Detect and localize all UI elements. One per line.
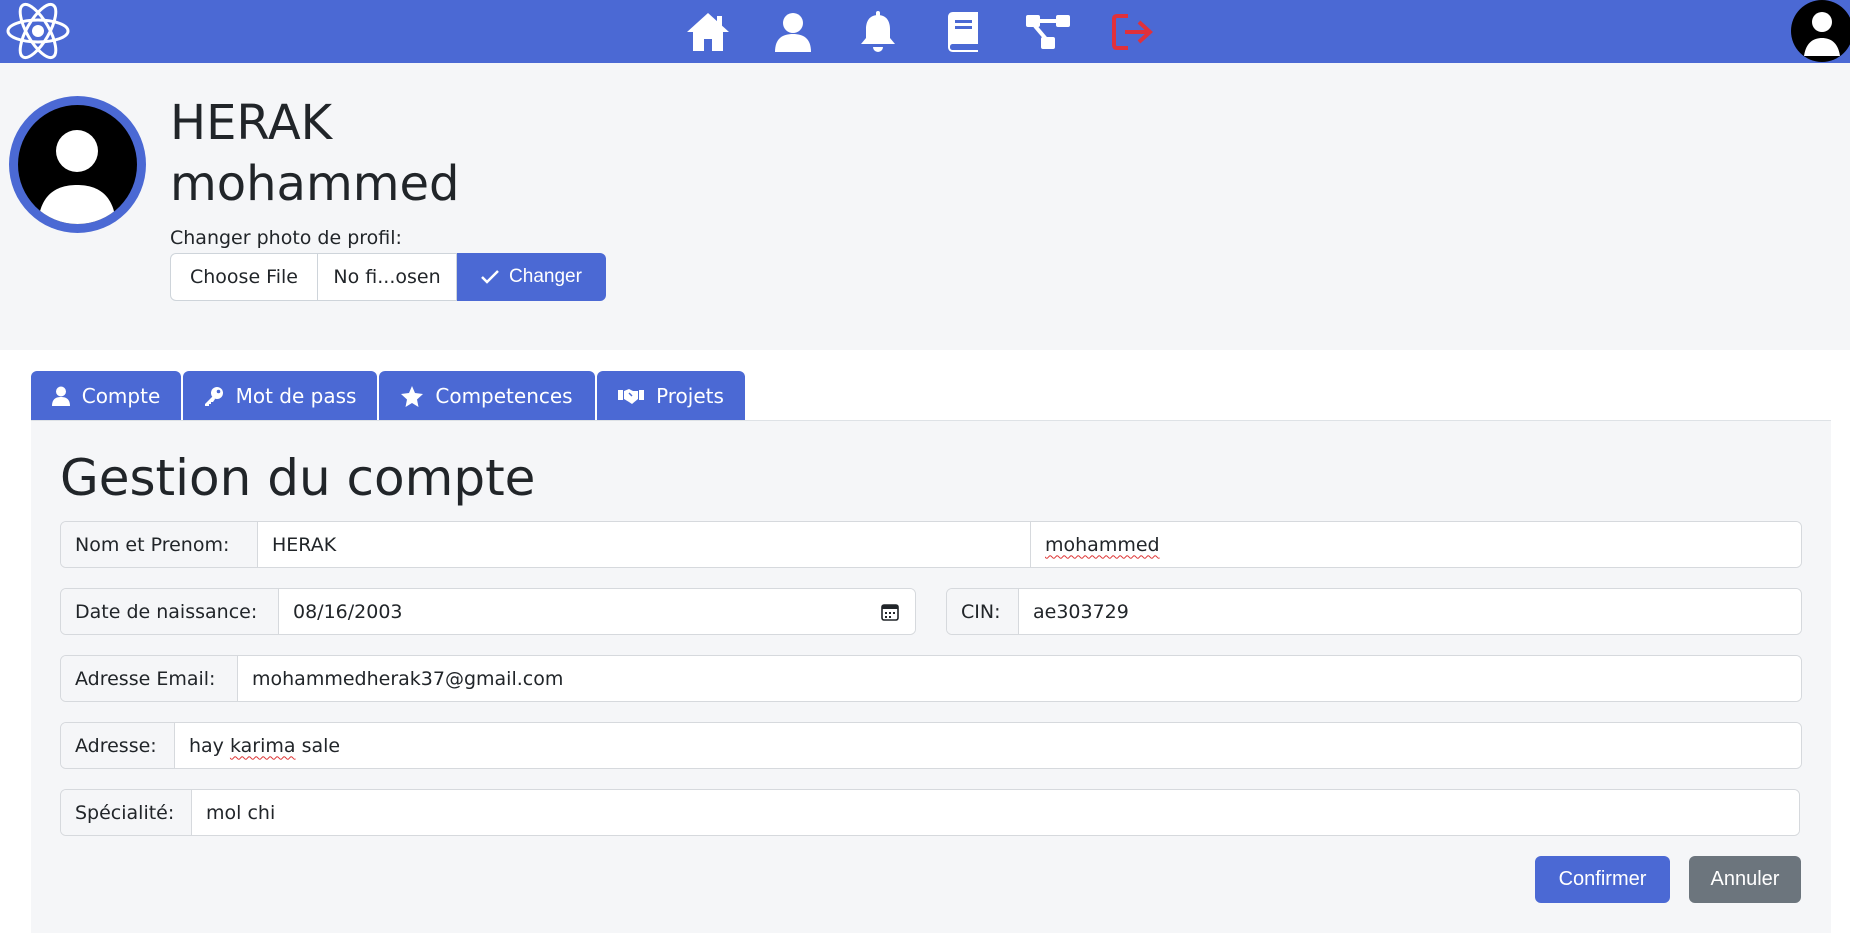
change-photo-button[interactable]: Changer <box>457 253 606 301</box>
top-navbar <box>0 0 1850 63</box>
first-name-value: mohammed <box>1045 533 1160 556</box>
specialty-input[interactable]: mol chi <box>192 790 1799 835</box>
photo-upload-group: Choose File No fi...osen Changer <box>170 253 606 301</box>
name-field-group: Nom et Prenom: HERAK mohammed <box>60 521 1802 568</box>
address-input[interactable]: hay karima sale <box>175 723 1801 768</box>
birth-date-group: Date de naissance: 08/16/2003 <box>60 588 916 635</box>
bell-icon[interactable] <box>835 6 920 58</box>
address-group: Adresse: hay karima sale <box>60 722 1802 769</box>
user-icon <box>51 386 70 406</box>
tab-compte[interactable]: Compte <box>31 371 181 421</box>
birth-date-label: Date de naissance: <box>61 589 279 634</box>
first-name-input[interactable]: mohammed <box>1030 522 1801 567</box>
file-name-display[interactable]: No fi...osen <box>318 253 457 301</box>
email-group: Adresse Email: mohammedherak37@gmail.com <box>60 655 1802 702</box>
confirm-button[interactable]: Confirmer <box>1535 856 1670 903</box>
profile-last-name: HERAK <box>170 95 333 151</box>
email-input[interactable]: mohammedherak37@gmail.com <box>238 656 1801 701</box>
birth-date-value: 08/16/2003 <box>293 600 403 623</box>
network-icon[interactable] <box>1005 6 1090 58</box>
atom-logo-icon[interactable] <box>5 2 71 60</box>
profile-avatar <box>9 96 146 233</box>
specialty-group: Spécialité: mol chi <box>60 789 1800 836</box>
profile-header: HERAK mohammed Changer photo de profil: … <box>0 63 1850 350</box>
tab-projets[interactable]: Projets <box>597 371 745 421</box>
book-icon[interactable] <box>920 6 1005 58</box>
tab-label: Projets <box>656 384 724 408</box>
tab-label: Mot de pass <box>235 384 357 408</box>
email-label: Adresse Email: <box>61 656 238 701</box>
key-icon <box>204 387 223 406</box>
user-icon[interactable] <box>750 6 835 58</box>
cin-label: CIN: <box>947 589 1019 634</box>
cin-group: CIN: ae303729 <box>946 588 1802 635</box>
user-avatar-icon[interactable] <box>1788 0 1850 62</box>
last-name-input[interactable]: HERAK <box>258 522 1030 567</box>
account-panel: Gestion du compte Nom et Prenom: HERAK m… <box>31 421 1831 933</box>
specialty-label: Spécialité: <box>61 790 192 835</box>
star-icon <box>401 385 424 407</box>
tab-competences[interactable]: Competences <box>379 371 595 421</box>
tab-label: Competences <box>435 384 573 408</box>
panel-title: Gestion du compte <box>60 449 536 507</box>
change-photo-label: Changer photo de profil: <box>170 227 402 249</box>
birth-date-input[interactable]: 08/16/2003 <box>279 589 915 634</box>
tab-label: Compte <box>81 384 161 408</box>
profile-first-name: mohammed <box>170 156 460 212</box>
change-photo-label: Changer <box>509 266 582 287</box>
tab-mot-de-pass[interactable]: Mot de pass <box>183 371 377 421</box>
address-part: sale <box>295 734 341 757</box>
nav-icon-bar <box>665 6 1175 58</box>
cancel-button[interactable]: Annuler <box>1689 856 1801 903</box>
address-part: hay <box>189 734 230 757</box>
check-icon <box>481 270 499 284</box>
choose-file-button[interactable]: Choose File <box>170 253 318 301</box>
calendar-icon[interactable] <box>881 603 899 621</box>
name-label: Nom et Prenom: <box>61 522 258 567</box>
default-user-icon <box>38 130 116 224</box>
address-misspelled-word: karima <box>229 734 296 757</box>
handshake-icon <box>618 389 645 404</box>
home-icon[interactable] <box>665 6 750 58</box>
cin-input[interactable]: ae303729 <box>1019 589 1801 634</box>
logout-icon[interactable] <box>1090 6 1175 58</box>
address-label: Adresse: <box>61 723 175 768</box>
account-tabs: Compte Mot de pass Competences Projets <box>31 371 747 421</box>
